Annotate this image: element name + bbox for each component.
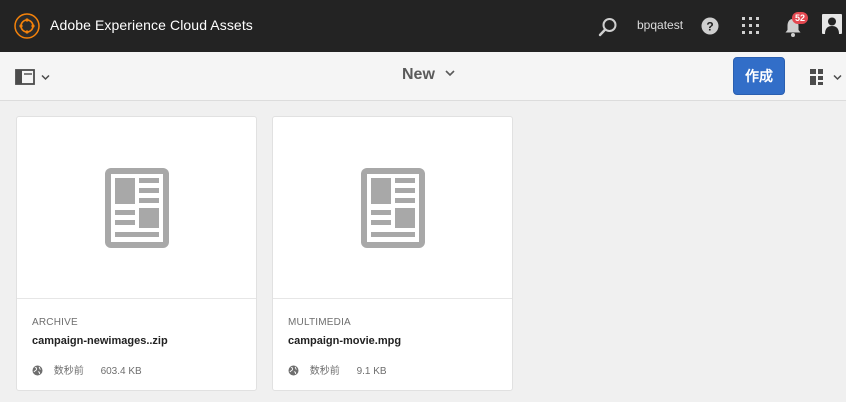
modified-time: 数秒前 [53,366,84,377]
asset-card[interactable]: MULTIMEDIA campaign-movie.mpg 数秒前 9.1 KB [272,116,513,391]
asset-type: ARCHIVE [32,317,78,328]
page-title[interactable]: New [402,66,435,83]
search-icon[interactable] [598,17,618,37]
help-icon[interactable]: ? [700,16,720,36]
file-size: 603.4 KB [100,366,142,377]
action-bar: New 作成 [0,52,846,101]
modified-time: 数秒前 [309,366,340,377]
asset-thumbnail[interactable] [17,117,256,299]
shell-header: Adobe Experience Cloud Assets bpqatest ?… [0,0,846,52]
user-avatar-icon[interactable] [822,14,842,34]
asset-name[interactable]: campaign-newimages..zip [32,335,168,347]
adobe-experience-cloud-logo[interactable] [14,13,40,39]
app-title[interactable]: Adobe Experience Cloud Assets [50,17,253,33]
asset-meta: 数秒前 9.1 KB [288,362,387,377]
asset-meta: 数秒前 603.4 KB [32,362,142,377]
rail-toggle-icon[interactable] [15,67,55,87]
asset-card[interactable]: ARCHIVE campaign-newimages..zip 数秒前 603.… [16,116,257,391]
svg-text:?: ? [706,20,713,34]
create-button[interactable]: 作成 [733,57,785,95]
asset-thumbnail[interactable] [273,117,512,299]
asset-type: MULTIMEDIA [288,317,351,328]
card-view-icon[interactable] [808,67,846,87]
file-size: 9.1 KB [356,366,387,377]
apps-grid-icon[interactable] [742,17,760,35]
user-name[interactable]: bpqatest [637,18,683,32]
page-title-selector[interactable]: New [402,66,455,86]
notification-badge[interactable]: 52 [792,12,808,24]
asset-name[interactable]: campaign-movie.mpg [288,335,401,347]
globe-icon [32,365,43,376]
document-icon [105,168,169,248]
chevron-down-icon[interactable] [445,69,455,77]
document-icon [361,168,425,248]
globe-icon [288,365,299,376]
